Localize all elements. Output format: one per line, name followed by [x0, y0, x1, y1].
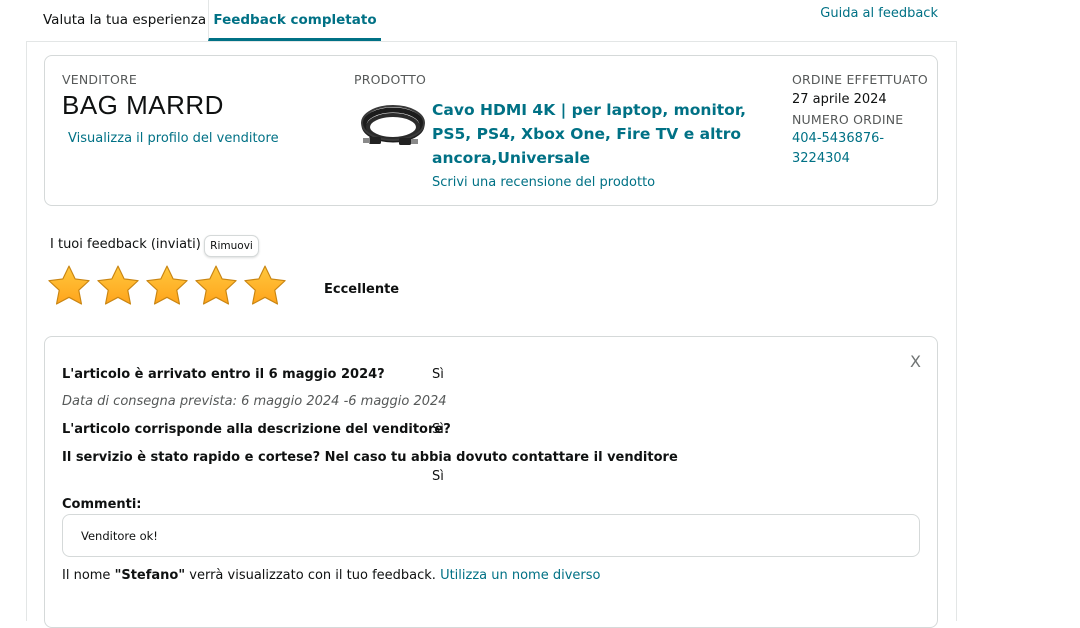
star-icon[interactable]	[242, 263, 288, 309]
display-name-suffix: verrà visualizzato con il tuo feedback.	[185, 568, 441, 583]
seller-name: BAG MARRD	[62, 90, 224, 120]
order-placed-date: 27 aprile 2024	[792, 91, 887, 107]
display-name-value: "Stefano"	[114, 568, 186, 583]
star-icon[interactable]	[144, 263, 190, 309]
answer-matches-description: Sì	[432, 422, 444, 437]
tab-rate-experience[interactable]: Valuta la tua esperienza	[43, 0, 206, 40]
write-review-link[interactable]: Scrivi una recensione del prodotto	[432, 175, 655, 190]
tab-feedback-completed[interactable]: Feedback completato	[208, 0, 381, 41]
order-placed-label: ORDINE EFFETTUATO	[792, 72, 928, 87]
feedback-guide-link[interactable]: Guida al feedback	[820, 6, 938, 21]
star-icon[interactable]	[193, 263, 239, 309]
order-info: ORDINE EFFETTUATO 27 aprile 2024 NUMERO …	[792, 70, 932, 169]
display-name-line: Il nome "Stefano" verrà visualizzato con…	[62, 568, 600, 583]
answer-arrived-on-time: Sì	[432, 367, 444, 382]
product-title-link[interactable]: Cavo HDMI 4K | per laptop, monitor, PS5,…	[432, 98, 762, 170]
product-label: PRODOTTO	[354, 72, 427, 87]
seller-label: VENDITORE	[62, 72, 137, 87]
delivery-date-note: Data di consegna prevista: 6 maggio 2024…	[62, 394, 447, 409]
comment-box: Venditore ok!	[62, 514, 920, 557]
star-icon[interactable]	[46, 263, 92, 309]
hdmi-cable-image[interactable]	[359, 101, 429, 156]
order-number-link[interactable]: 404-5436876-3224304	[792, 129, 932, 169]
order-summary-card: VENDITORE BAG MARRD Visualizza il profil…	[44, 55, 938, 206]
order-number-label: NUMERO ORDINE	[792, 111, 904, 127]
question-arrived-on-time: L'articolo è arrivato entro il 6 maggio …	[62, 367, 385, 382]
seller-profile-link[interactable]: Visualizza il profilo del venditore	[68, 131, 279, 146]
close-icon[interactable]: X	[910, 352, 921, 371]
star-icon[interactable]	[95, 263, 141, 309]
question-service-quality: Il servizio è stato rapido e cortese? Ne…	[62, 450, 678, 465]
question-matches-description: L'articolo corrisponde alla descrizione …	[62, 422, 451, 437]
remove-feedback-button[interactable]: Rimuovi	[204, 235, 259, 257]
feedback-details-card: X L'articolo è arrivato entro il 6 maggi…	[44, 336, 938, 628]
feedback-sent-label: I tuoi feedback (inviati)	[50, 237, 201, 252]
display-name-prefix: Il nome	[62, 568, 115, 583]
use-different-name-link[interactable]: Utilizza un nome diverso	[440, 568, 600, 583]
comments-label: Commenti:	[62, 497, 142, 512]
answer-service-quality: Sì	[432, 469, 444, 484]
tab-bar: Valuta la tua esperienza Feedback comple…	[26, 0, 956, 42]
rating-text: Eccellente	[324, 282, 400, 297]
